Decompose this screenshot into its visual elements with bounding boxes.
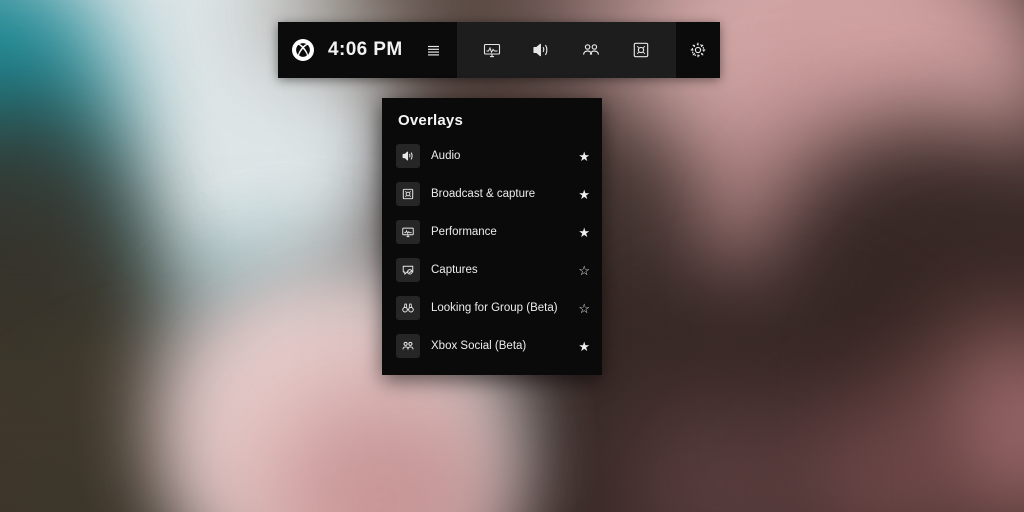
pin-star-icon[interactable]: ★ xyxy=(578,150,590,163)
people-icon[interactable] xyxy=(576,35,606,65)
xbox-game-bar: 4:06 PM xyxy=(278,22,720,78)
pin-star-icon[interactable]: ★ xyxy=(578,226,590,239)
overlay-item-captures[interactable]: Captures ☆ xyxy=(382,251,602,289)
people-icon xyxy=(396,334,420,358)
overlay-item-label: Performance xyxy=(431,226,497,238)
game-bar-widget-segment xyxy=(456,22,676,78)
xbox-logo-icon[interactable] xyxy=(292,39,314,61)
broadcast-capture-icon[interactable] xyxy=(626,35,656,65)
overlay-item-label: Looking for Group (Beta) xyxy=(431,302,558,314)
performance-monitor-icon[interactable] xyxy=(477,35,507,65)
binoculars-icon xyxy=(396,296,420,320)
clock: 4:06 PM xyxy=(328,39,403,60)
overlay-item-label: Xbox Social (Beta) xyxy=(431,340,527,352)
pin-star-icon[interactable]: ☆ xyxy=(578,264,590,277)
overlay-item-audio[interactable]: Audio ★ xyxy=(382,137,602,175)
overlays-list-icon[interactable] xyxy=(419,35,449,65)
overlays-flyout-panel: Overlays Audio ★ Broadcast & capture ★ P… xyxy=(382,98,602,375)
overlay-item-broadcast-capture[interactable]: Broadcast & capture ★ xyxy=(382,175,602,213)
pin-star-icon[interactable]: ★ xyxy=(578,340,590,353)
game-bar-left-segment: 4:06 PM xyxy=(278,22,457,78)
speaker-icon[interactable] xyxy=(526,35,556,65)
overlay-item-label: Broadcast & capture xyxy=(431,188,536,200)
broadcast-capture-icon xyxy=(396,182,420,206)
overlay-item-label: Captures xyxy=(431,264,478,276)
pin-star-icon[interactable]: ★ xyxy=(578,188,590,201)
overlay-item-looking-for-group[interactable]: Looking for Group (Beta) ☆ xyxy=(382,289,602,327)
gear-icon[interactable] xyxy=(683,35,713,65)
panel-title: Overlays xyxy=(398,112,463,129)
overlay-item-label: Audio xyxy=(431,150,461,162)
performance-monitor-icon xyxy=(396,220,420,244)
overlay-item-performance[interactable]: Performance ★ xyxy=(382,213,602,251)
pin-star-icon[interactable]: ☆ xyxy=(578,302,590,315)
game-bar-settings-segment xyxy=(676,22,720,78)
captures-icon xyxy=(396,258,420,282)
speaker-icon xyxy=(396,144,420,168)
overlay-item-xbox-social[interactable]: Xbox Social (Beta) ★ xyxy=(382,327,602,365)
